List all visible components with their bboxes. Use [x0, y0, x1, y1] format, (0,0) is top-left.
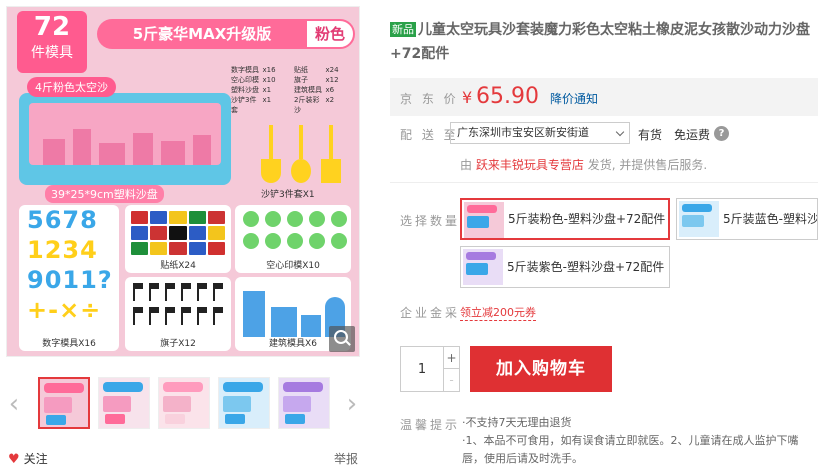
select-label: 选择数量: [400, 214, 461, 228]
tips-content: ·不支持7天无理由退货 ·1、本品不可食用，如有误食请立即就医。2、儿童请在成人…: [462, 414, 818, 465]
tip-line: ·1、本品不可食用，如有误食请立即就医。2、儿童请在成人监护下嘴唇，使用后请及时…: [462, 434, 799, 465]
tips-label: 温馨提示: [400, 418, 461, 432]
version-banner: 5斤豪华MAX升级版: [97, 19, 307, 49]
enterprise-row: 企业金采 领立减200元券: [390, 302, 818, 322]
thumbnail[interactable]: [98, 377, 150, 429]
variant-option-pink[interactable]: 5斤装粉色-塑料沙盘+72配件: [460, 198, 670, 240]
thumbnail[interactable]: [278, 377, 330, 429]
digit-molds-panel: 5678 1234 9011? +-×÷ 数字模具X16: [19, 205, 119, 351]
increase-button[interactable]: +: [443, 347, 459, 369]
chevron-left-icon[interactable]: ‹: [6, 390, 22, 418]
price: ¥ 65.90: [462, 84, 539, 109]
delivery-row: 配 送 至 广东深圳市宝安区新安街道 有货 免运费 ?: [390, 122, 818, 146]
stickers-label: 贴纸X24: [160, 261, 196, 271]
store-link[interactable]: 跃来丰锐玩具专营店: [476, 158, 584, 172]
variant-selector: 选择数量 5斤装粉色-塑料沙盘+72配件 5斤装蓝色-塑料沙盘+72配件 5斤装…: [390, 198, 818, 292]
spec-row: 数字模具 x16 贴纸 x24: [231, 66, 339, 74]
stock-status: 有货: [638, 128, 663, 142]
variant-thumb: [464, 202, 504, 238]
follow-label: 关注: [23, 452, 48, 465]
divider: [390, 182, 818, 183]
spec-row: 沙铲3件套 x1 2斤装彩沙 x2: [231, 96, 335, 114]
molds-label: 空心印模X10: [266, 261, 320, 271]
price-label: 京 东 价: [400, 92, 459, 106]
tips-row: 温馨提示 ·不支持7天无理由退货 ·1、本品不可食用，如有误食请立即就医。2、儿…: [390, 412, 818, 465]
color-tag: 粉色: [305, 19, 355, 49]
spec-row: 空心印模 x10 旗子 x12: [231, 76, 339, 84]
sand-label: 4斤粉色太空沙: [27, 77, 116, 97]
heart-icon: ♥: [8, 452, 20, 465]
tip-line: ·不支持7天无理由退货: [462, 416, 572, 429]
biz-label: 企业金采: [400, 306, 461, 320]
sand-tray: [19, 93, 231, 185]
report-link[interactable]: 举报: [334, 450, 358, 465]
shovel-label: 沙铲3件套X1: [261, 190, 315, 200]
chevron-right-icon[interactable]: ›: [344, 390, 360, 418]
thumbnail-strip: ‹ ›: [6, 376, 360, 432]
thumbnail[interactable]: [218, 377, 270, 429]
address-value: 广东深圳市宝安区新安街道: [457, 126, 589, 139]
question-icon[interactable]: ?: [714, 126, 729, 141]
product-page: 72 件模具 5斤豪华MAX升级版 粉色 数字模具 x16 贴纸 x24 空心印模 x1…: [0, 0, 818, 465]
accessory-count-badge: 72 件模具: [17, 11, 87, 73]
price-value: 65.90: [476, 84, 539, 109]
spec-row: 塑料沙盘 x1 建筑模具 x6: [231, 86, 335, 94]
shovel-set: [251, 121, 351, 183]
badge-unit: 件模具: [31, 45, 73, 61]
thumbnail[interactable]: [38, 377, 90, 429]
pink-sand: [29, 103, 221, 165]
variant-option-purple[interactable]: 5斤装紫色-塑料沙盘+72配件: [460, 246, 670, 288]
stickers-panel: 贴纸X24: [125, 205, 231, 273]
price-notify-link[interactable]: 降价通知: [550, 90, 598, 107]
variant-thumb: [463, 249, 503, 285]
new-tag: 新品: [390, 22, 416, 37]
decrease-button[interactable]: -: [443, 369, 459, 391]
badge-number: 72: [33, 12, 71, 42]
magnifier-icon[interactable]: [329, 326, 355, 352]
chevron-down-icon: [615, 127, 625, 137]
product-title-text: 儿童太空玩具沙套装魔力彩色太空粘土橡皮泥女孩散沙动力沙盘+72配件: [390, 22, 810, 62]
price-box: 京 东 价 ¥ 65.90 降价通知: [390, 78, 818, 116]
seller-info: 由 跃来丰锐玩具专营店 发货, 并提供售后服务.: [460, 158, 708, 172]
address-select[interactable]: 广东深圳市宝安区新安街道: [450, 122, 630, 144]
currency-symbol: ¥: [462, 88, 473, 107]
variant-option-blue[interactable]: 5斤装蓝色-塑料沙盘+72配件: [676, 198, 818, 240]
thumbnail[interactable]: [158, 377, 210, 429]
quantity-input[interactable]: [401, 347, 443, 391]
product-title: 新品 儿童太空玩具沙套装魔力彩色太空粘土橡皮泥女孩散沙动力沙盘+72配件: [390, 18, 818, 66]
variant-thumb: [679, 201, 719, 237]
hollow-molds-panel: 空心印模X10: [235, 205, 351, 273]
digits-label: 数字模具X16: [42, 339, 96, 349]
spec-list: 数字模具 x16 贴纸 x24 空心印模 x10 旗子 x12 塑料沙盘 x1 建筑模具 x6 沙…: [231, 65, 357, 115]
add-to-cart-button[interactable]: 加入购物车: [470, 346, 612, 392]
flags-panel: 旗子X12: [125, 277, 231, 351]
follow-button[interactable]: ♥ 关注: [8, 450, 48, 465]
free-shipping: 免运费: [674, 128, 711, 142]
flags-label: 旗子X12: [160, 339, 196, 349]
quantity-stepper: + -: [400, 346, 460, 392]
main-product-image[interactable]: 72 件模具 5斤豪华MAX升级版 粉色 数字模具 x16 贴纸 x24 空心印模 x1…: [6, 6, 360, 357]
coupon-link[interactable]: 领立减200元券: [460, 304, 536, 321]
tray-size-label: 39*25*9cm塑料沙盘: [45, 185, 164, 203]
